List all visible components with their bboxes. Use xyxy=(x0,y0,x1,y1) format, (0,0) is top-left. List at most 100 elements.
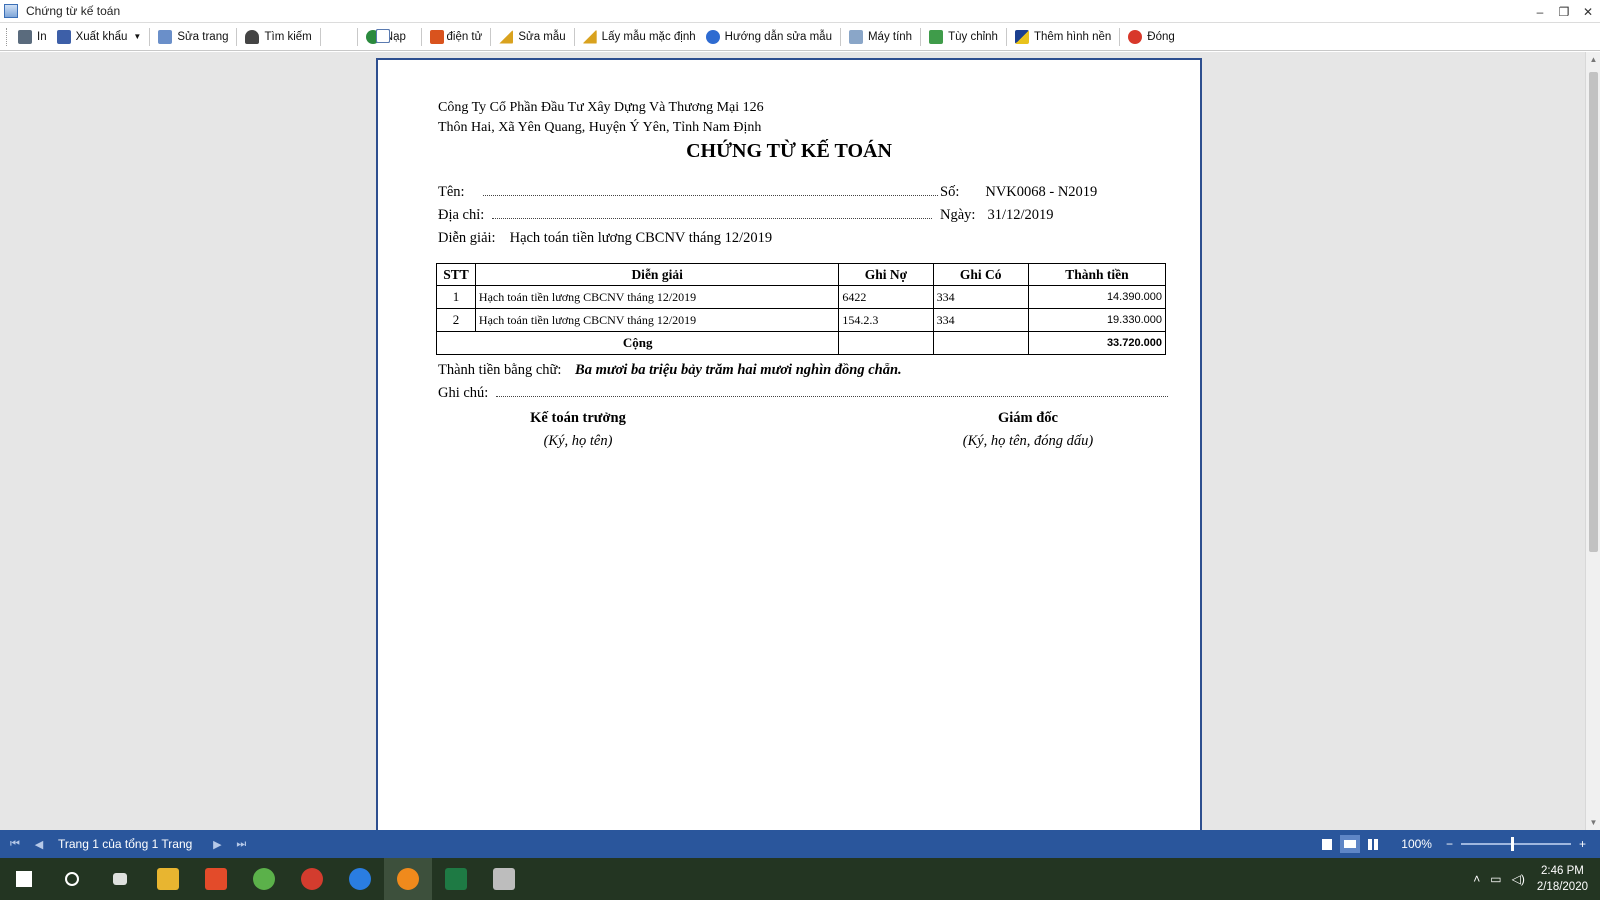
close-button[interactable]: Đóng xyxy=(1123,26,1180,48)
restore-button[interactable]: ❐ xyxy=(1552,0,1576,23)
two-page-icon xyxy=(1344,840,1357,848)
multi-page-view-button[interactable] xyxy=(1340,835,1361,853)
customize-button[interactable]: Tùy chỉnh xyxy=(924,26,1003,48)
network-icon[interactable]: ▭ xyxy=(1490,872,1501,886)
taskbar-app[interactable] xyxy=(480,858,528,900)
zoom-in-button[interactable]: + xyxy=(1579,837,1586,851)
number-label: Số: xyxy=(940,184,960,200)
folder-icon xyxy=(157,868,179,890)
amount-in-words: Thành tiền bằng chữ: Ba mươi ba triệu bả… xyxy=(438,362,902,379)
name-field: Tên: xyxy=(438,184,938,201)
first-page-icon[interactable]: ⏮ xyxy=(6,838,24,851)
page-view-fit-button[interactable] xyxy=(344,26,390,48)
default-template-button[interactable]: Lấy mẫu mặc định xyxy=(578,26,701,48)
close-window-button[interactable]: ✕ xyxy=(1576,0,1600,23)
chrome-icon xyxy=(301,868,323,890)
task-view-button[interactable] xyxy=(96,858,144,900)
taskbar-app[interactable] xyxy=(432,858,480,900)
close-label: Đóng xyxy=(1147,30,1175,43)
export-button[interactable]: Xuất khẩu ▼ xyxy=(52,26,147,48)
chevron-up-icon[interactable]: ˄ xyxy=(1473,872,1480,886)
edit-page-label: Sửa trang xyxy=(177,30,229,43)
table-total-row: Cộng 33.720.000 xyxy=(435,331,1167,355)
clock[interactable]: 2:46 PM 2/18/2020 xyxy=(1537,863,1588,895)
wallpaper-button[interactable]: Thêm hình nền xyxy=(1010,26,1116,48)
minimize-button[interactable]: – xyxy=(1528,0,1552,23)
toolbar-separator xyxy=(356,27,358,46)
signature-icon xyxy=(429,29,444,44)
single-page-view-button[interactable] xyxy=(1317,835,1337,853)
customize-label: Tùy chỉnh xyxy=(948,30,998,43)
page-view-one-button[interactable] xyxy=(324,26,390,48)
edit-page-button[interactable]: Sửa trang xyxy=(153,26,233,48)
row-debit: 6422 xyxy=(838,285,934,309)
last-page-icon[interactable]: ⏭ xyxy=(232,838,250,851)
taskbar-app[interactable] xyxy=(240,858,288,900)
print-button[interactable]: In xyxy=(13,26,52,48)
edit-template-button[interactable]: Sửa mẫu xyxy=(494,26,570,48)
start-button[interactable] xyxy=(0,858,48,900)
document-page: Công Ty Cổ Phần Đầu Tư Xây Dựng Và Thươn… xyxy=(376,58,1202,830)
taskbar-app[interactable] xyxy=(288,858,336,900)
director-signature: Giám đốc (Ký, họ tên, đóng dấu) xyxy=(918,410,1138,450)
toolbar-grip[interactable] xyxy=(6,27,9,46)
amount-words-value: Ba mươi ba triệu bảy trăm hai mươi nghìn… xyxy=(575,362,902,378)
zoom-out-button[interactable]: − xyxy=(1446,837,1453,851)
address-field: Địa chỉ: xyxy=(438,207,938,224)
toolbar-separator xyxy=(1005,27,1007,46)
director-title: Giám đốc xyxy=(997,410,1058,426)
window-controls: – ❐ ✕ xyxy=(1528,0,1600,23)
zoom-slider[interactable] xyxy=(1460,837,1571,851)
scroll-down-icon[interactable]: ▼ xyxy=(1586,815,1600,830)
store-icon xyxy=(205,868,227,890)
search-button[interactable]: Tìm kiếm xyxy=(240,26,316,48)
title-bar: Chứng từ kế toán – ❐ ✕ xyxy=(0,0,1600,23)
zoom-slider-knob[interactable] xyxy=(1510,837,1514,851)
toolbar-separator xyxy=(573,27,575,46)
taskbar-app[interactable] xyxy=(192,858,240,900)
excel-icon xyxy=(445,868,467,890)
scroll-thumb[interactable] xyxy=(1589,72,1598,552)
calculator-button[interactable]: Máy tính xyxy=(844,26,917,48)
binoculars-icon xyxy=(245,29,260,44)
company-header: Công Ty Cổ Phần Đầu Tư Xây Dựng Và Thươn… xyxy=(438,98,764,138)
row-amount: 14.390.000 xyxy=(1027,285,1167,309)
entries-table: STT Diễn giải Ghi Nợ Ghi Có Thành tiền 1… xyxy=(435,263,1167,355)
grid-view-button[interactable] xyxy=(1363,835,1383,853)
chevron-down-icon[interactable]: ▼ xyxy=(133,32,141,41)
taskbar-app[interactable] xyxy=(144,858,192,900)
vertical-scrollbar[interactable]: ▲ ▼ xyxy=(1585,52,1600,830)
windows-icon xyxy=(16,871,32,887)
preview-area[interactable]: Công Ty Cổ Phần Đầu Tư Xây Dựng Và Thươn… xyxy=(0,52,1585,830)
volume-icon[interactable]: ◁) xyxy=(1512,872,1525,886)
total-credit-cell xyxy=(932,331,1029,355)
toolbar-separator xyxy=(839,27,841,46)
prev-page-icon[interactable]: ◀ xyxy=(30,838,48,851)
edit-page-icon xyxy=(158,29,173,44)
printer-icon xyxy=(493,868,515,890)
number-value: NVK0068 - N2019 xyxy=(985,184,1098,200)
fit-page-icon xyxy=(376,29,390,43)
toolbar-separator xyxy=(490,27,492,46)
director-note: (Ký, họ tên, đóng dấu) xyxy=(962,433,1094,449)
toolbar: In Xuất khẩu ▼ Sửa trang Tìm kiếm Nạp Ký… xyxy=(0,23,1600,51)
zoom-level: 100% xyxy=(1401,837,1432,851)
single-page-icon xyxy=(1322,838,1333,850)
template-help-button[interactable]: Hướng dẫn sửa mẫu xyxy=(701,26,837,48)
app-icon xyxy=(4,4,18,18)
taskbar-app[interactable] xyxy=(336,858,384,900)
page-view-two-button[interactable] xyxy=(334,26,390,48)
clock-date: 2/18/2020 xyxy=(1536,881,1588,893)
export-label: Xuất khẩu xyxy=(75,30,128,43)
name-blank-line xyxy=(482,195,938,196)
row-description: Hạch toán tiền lương CBCNV tháng 12/2019 xyxy=(474,285,840,309)
search-taskbar-button[interactable] xyxy=(48,858,96,900)
esign-button[interactable]: Ký điện tử xyxy=(425,26,487,48)
ruler-icon xyxy=(499,29,514,44)
taskbar-app-active[interactable] xyxy=(384,858,432,900)
amount-words-label: Thành tiền bằng chữ: xyxy=(438,362,562,378)
scroll-up-icon[interactable]: ▲ xyxy=(1586,52,1600,67)
next-page-icon[interactable]: ▶ xyxy=(208,838,226,851)
row-credit: 334 xyxy=(932,308,1029,332)
template-help-label: Hướng dẫn sửa mẫu xyxy=(724,30,832,43)
